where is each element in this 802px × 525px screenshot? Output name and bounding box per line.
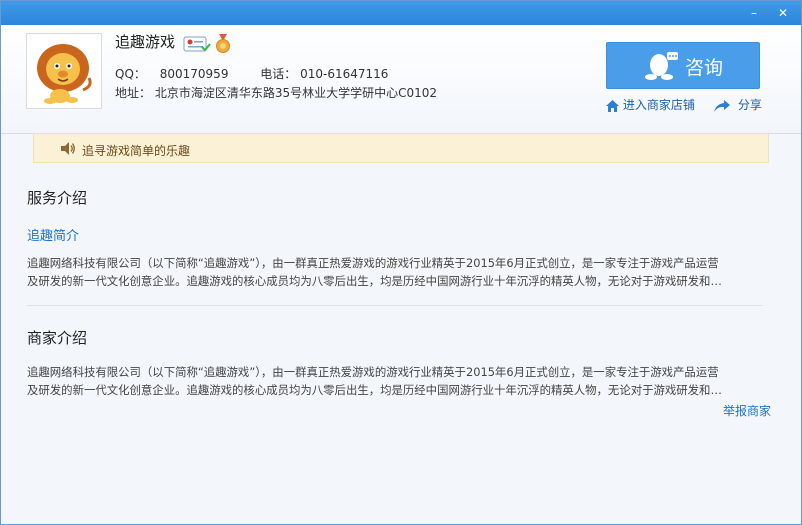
- address-label: 地址：: [115, 86, 152, 100]
- shop-logo: [26, 33, 102, 109]
- section-divider: [27, 305, 763, 306]
- notice-text: 追寻游戏简单的乐趣: [82, 144, 191, 158]
- merchant-line-1: 追趣网络科技有限公司（以下简称“追趣游戏”），由一群真正热爱游戏的游戏行业精英于…: [27, 365, 719, 379]
- close-button[interactable]: ✕: [774, 4, 792, 22]
- qq-number[interactable]: 800170959: [160, 67, 229, 81]
- qq-label: QQ：: [115, 67, 146, 81]
- service-subtitle: 追趣简介: [27, 229, 80, 244]
- address-value: 北京市海淀区清华东路35号林业大学学研中心C0102: [154, 86, 438, 100]
- phone-label: 电话：: [260, 67, 297, 81]
- service-line-1: 追趣网络科技有限公司（以下简称“追趣游戏”），由一群真正热爱游戏的游戏行业精英于…: [27, 256, 719, 270]
- store-link[interactable]: 进入商家店铺: [606, 96, 695, 113]
- consult-button[interactable]: 咨询: [606, 42, 760, 89]
- qq-phone-line: QQ： 800170959 电话： 010-61647116: [115, 65, 388, 82]
- medal-icon: [216, 34, 230, 53]
- minimize-button[interactable]: –: [745, 4, 763, 22]
- speaker-icon: [61, 142, 75, 155]
- title-bar[interactable]: – ✕: [1, 1, 801, 25]
- merchant-window: – ✕ 追趣游戏 QQ： 800170959 电话： 010-61647116 …: [0, 0, 802, 525]
- share-icon: [714, 99, 730, 112]
- share-link[interactable]: 分享: [714, 96, 762, 113]
- service-section-title: 服务介绍: [27, 189, 88, 207]
- phone-number: 010-61647116: [300, 67, 389, 81]
- home-icon: [606, 99, 619, 112]
- address-line: 地址： 北京市海淀区清华东路35号林业大学学研中心C0102: [115, 84, 437, 101]
- qq-penguin-icon: [645, 52, 678, 80]
- share-link-label: 分享: [737, 98, 762, 112]
- merchant-description: 追趣网络科技有限公司（以下简称“追趣游戏”），由一群真正热爱游戏的游戏行业精英于…: [27, 363, 767, 399]
- service-line-2: 及研发的新一代文化创意企业。追趣游戏的核心成员均为八零后出生，均是历经中国网游行…: [27, 274, 722, 288]
- certified-badge-icon: [183, 36, 211, 52]
- consult-label: 咨询: [685, 57, 724, 79]
- merchant-line-2: 及研发的新一代文化创意企业。追趣游戏的核心成员均为八零后出生，均是历经中国网游行…: [27, 383, 722, 397]
- shop-header: 追趣游戏 QQ： 800170959 电话： 010-61647116 地址： …: [1, 25, 801, 134]
- shop-name: 追趣游戏: [115, 33, 176, 51]
- notice-bar: 追寻游戏简单的乐趣: [33, 133, 769, 163]
- report-merchant-link[interactable]: 举报商家: [723, 402, 771, 419]
- lion-mascot-icon: [37, 44, 92, 104]
- service-description: 追趣网络科技有限公司（以下简称“追趣游戏”），由一群真正热爱游戏的游戏行业精英于…: [27, 254, 767, 290]
- merchant-section-title: 商家介绍: [27, 329, 88, 347]
- store-link-label: 进入商家店铺: [622, 98, 695, 112]
